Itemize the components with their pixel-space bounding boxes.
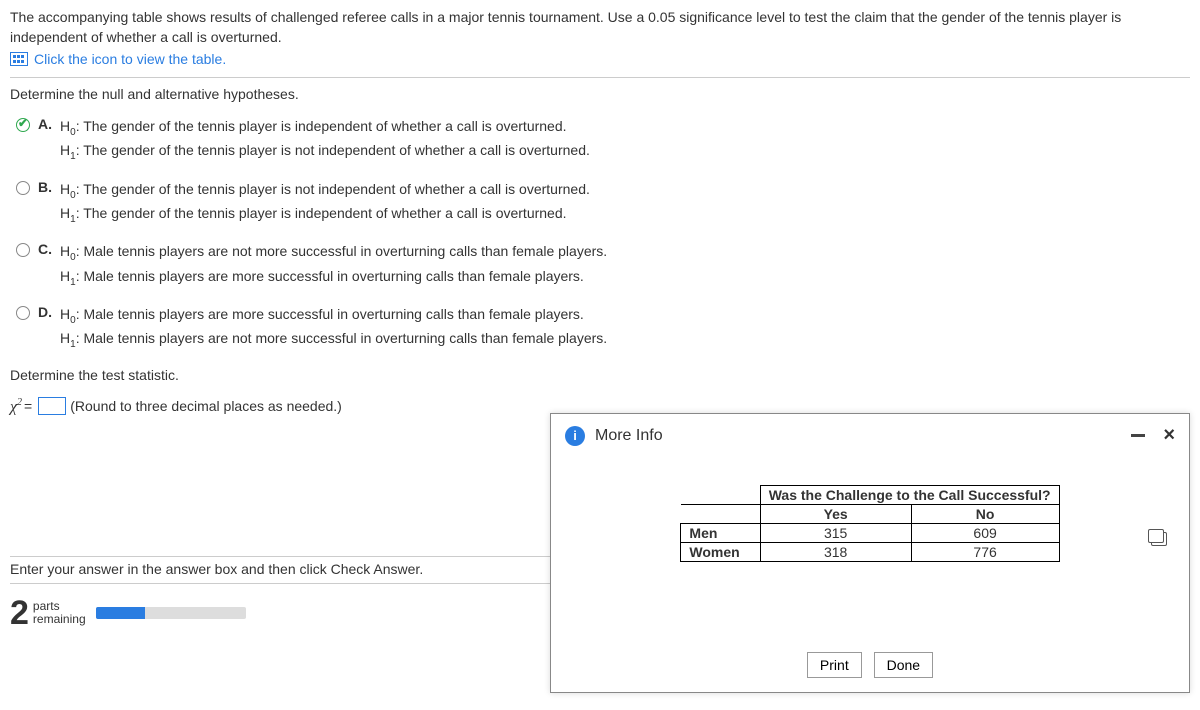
radio-b-icon[interactable] — [16, 181, 30, 195]
test-statistic-prompt: Determine the test statistic. — [10, 367, 1190, 383]
table-group-header: Was the Challenge to the Call Successful… — [760, 486, 1059, 505]
option-b-h0: H0: The gender of the tennis player is n… — [60, 179, 1190, 203]
minimize-icon[interactable] — [1131, 434, 1145, 437]
view-table-link[interactable]: Click the icon to view the table. — [34, 51, 226, 67]
radio-c-icon[interactable] — [16, 243, 30, 257]
info-icon: i — [565, 426, 585, 446]
option-c[interactable]: C. H0: Male tennis players are not more … — [16, 241, 1190, 290]
option-letter: C. — [38, 241, 60, 257]
col-no: No — [911, 505, 1059, 524]
table-icon[interactable] — [10, 52, 28, 66]
option-c-h0: H0: Male tennis players are not more suc… — [60, 241, 1190, 265]
col-yes: Yes — [760, 505, 911, 524]
option-a[interactable]: A. H0: The gender of the tennis player i… — [16, 116, 1190, 165]
print-button[interactable]: Print — [807, 652, 862, 678]
done-button[interactable]: Done — [874, 652, 933, 678]
rounding-hint: (Round to three decimal places as needed… — [70, 398, 342, 414]
option-d-h1: H1: Male tennis players are not more suc… — [60, 328, 1190, 352]
option-b[interactable]: B. H0: The gender of the tennis player i… — [16, 179, 1190, 228]
divider — [10, 77, 1190, 78]
copy-icon[interactable] — [1151, 532, 1167, 546]
option-letter: A. — [38, 116, 60, 132]
option-d[interactable]: D. H0: Male tennis players are more succ… — [16, 304, 1190, 353]
data-table: Was the Challenge to the Call Successful… — [680, 485, 1059, 562]
option-letter: D. — [38, 304, 60, 320]
progress-bar — [96, 607, 246, 619]
equals: = — [24, 398, 32, 414]
option-b-h1: H1: The gender of the tennis player is i… — [60, 203, 1190, 227]
option-a-h1: H1: The gender of the tennis player is n… — [60, 140, 1190, 164]
close-icon[interactable]: × — [1163, 424, 1175, 447]
radio-d-icon[interactable] — [16, 306, 30, 320]
option-a-h0: H0: The gender of the tennis player is i… — [60, 116, 1190, 140]
more-info-modal: i More Info × Was the Challenge to the C… — [550, 413, 1190, 693]
parts-remaining-count: 2 — [10, 598, 29, 629]
option-letter: B. — [38, 179, 60, 195]
remaining-label: remaining — [33, 613, 86, 626]
chi-symbol: χ2 — [10, 397, 22, 416]
table-row: Men 315 609 — [681, 524, 1059, 543]
option-d-h0: H0: Male tennis players are more success… — [60, 304, 1190, 328]
radio-a-icon[interactable] — [16, 118, 30, 132]
chi-square-input[interactable] — [38, 397, 66, 415]
modal-title: More Info — [595, 427, 1131, 445]
table-row: Women 318 776 — [681, 543, 1059, 562]
question-text: The accompanying table shows results of … — [10, 8, 1190, 47]
hypotheses-prompt: Determine the null and alternative hypot… — [10, 86, 1190, 102]
option-c-h1: H1: Male tennis players are more success… — [60, 266, 1190, 290]
